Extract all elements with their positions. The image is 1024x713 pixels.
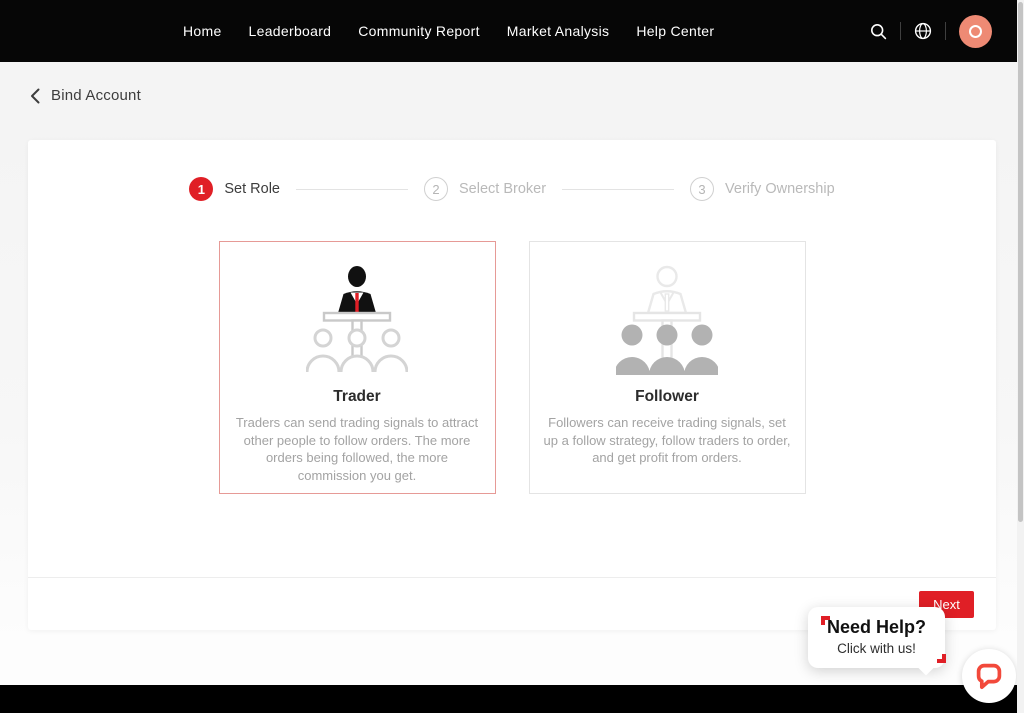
- step-3-label: Verify Ownership: [725, 181, 835, 197]
- role-description-follower: Followers can receive trading signals, s…: [541, 414, 793, 467]
- step-2-label: Select Broker: [459, 181, 546, 197]
- step-1-indicator: 1: [189, 177, 213, 201]
- top-navbar: Home Leaderboard Community Report Market…: [0, 0, 1024, 62]
- panel-footer-divider: [28, 577, 996, 578]
- live-chat-button[interactable]: [962, 649, 1016, 703]
- role-description-trader: Traders can send trading signals to attr…: [231, 414, 483, 484]
- help-tooltip-subtitle: Click with us!: [808, 641, 945, 656]
- role-title-trader: Trader: [220, 388, 495, 406]
- nav-item-community-report[interactable]: Community Report: [358, 23, 480, 39]
- tooltip-tail: [918, 659, 935, 676]
- step-select-broker: 2 Select Broker: [424, 177, 546, 201]
- livechat-bubble-icon: [973, 660, 1005, 692]
- stepper: 1 Set Role 2 Select Broker 3 Verify Owne…: [28, 140, 996, 201]
- red-corner-bracket-icon: [937, 654, 946, 663]
- chevron-left-icon: [30, 88, 40, 104]
- need-help-tooltip[interactable]: Need Help? Click with us!: [808, 607, 945, 668]
- step-2-indicator: 2: [424, 177, 448, 201]
- page-footer: [0, 685, 1024, 713]
- nav-item-leaderboard[interactable]: Leaderboard: [249, 23, 332, 39]
- scrollbar-track: [1017, 0, 1024, 713]
- role-title-follower: Follower: [530, 388, 805, 406]
- step-verify-ownership: 3 Verify Ownership: [690, 177, 835, 201]
- nav-item-help-center[interactable]: Help Center: [636, 23, 714, 39]
- avatar-ring: [969, 25, 982, 38]
- followers-audience-icon: [530, 263, 805, 375]
- nav-right-tools: [870, 0, 992, 62]
- step-set-role: 1 Set Role: [189, 177, 280, 201]
- nav-divider: [945, 22, 946, 40]
- nav-links: Home Leaderboard Community Report Market…: [183, 0, 714, 62]
- page-title: Bind Account: [51, 87, 141, 104]
- role-card-trader[interactable]: Trader Traders can send trading signals …: [219, 241, 496, 494]
- stepper-connector: [562, 189, 674, 190]
- role-card-follower[interactable]: Follower Followers can receive trading s…: [529, 241, 806, 494]
- search-icon[interactable]: [870, 23, 887, 40]
- trader-at-podium-icon: [220, 263, 495, 375]
- nav-divider: [900, 22, 901, 40]
- step-1-label: Set Role: [224, 181, 280, 197]
- user-avatar[interactable]: [959, 15, 992, 48]
- red-corner-bracket-icon: [821, 616, 830, 625]
- bind-account-panel: 1 Set Role 2 Select Broker 3 Verify Owne…: [28, 140, 996, 630]
- globe-icon[interactable]: [914, 22, 932, 40]
- step-3-indicator: 3: [690, 177, 714, 201]
- stepper-connector: [296, 189, 408, 190]
- back-button[interactable]: Bind Account: [30, 87, 141, 104]
- scrollbar-thumb[interactable]: [1018, 2, 1023, 522]
- role-cards-row: Trader Traders can send trading signals …: [28, 241, 996, 494]
- nav-item-market-analysis[interactable]: Market Analysis: [507, 23, 610, 39]
- nav-item-home[interactable]: Home: [183, 23, 222, 39]
